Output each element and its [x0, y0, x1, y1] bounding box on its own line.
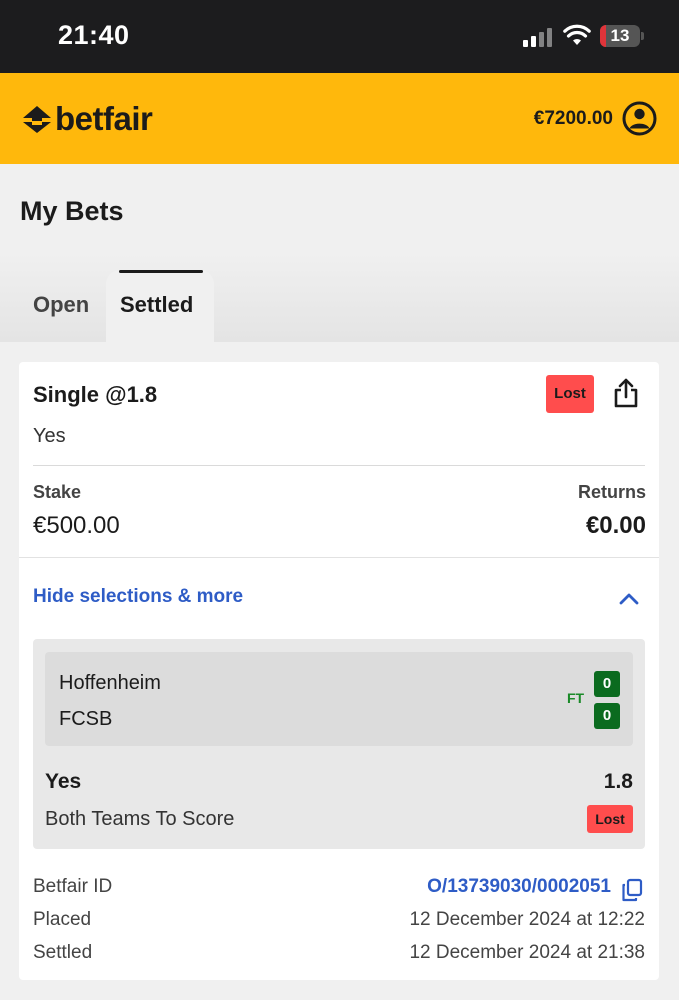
match-period: FT: [567, 690, 585, 706]
tab-settled-label: Settled: [120, 292, 194, 317]
selection-outcome: Yes: [45, 770, 82, 793]
status-time: 21:40: [58, 20, 130, 50]
wifi-icon: [563, 24, 591, 45]
hide-selections-label: Hide selections & more: [33, 586, 244, 607]
betfair-id-label: Betfair ID: [33, 876, 113, 897]
returns-value: €0.00: [585, 512, 646, 539]
settled-label: Settled: [33, 942, 93, 963]
page-title: My Bets: [20, 196, 124, 226]
settled-value: 12 December 2024 at 21:38: [409, 942, 645, 963]
signal-icon: [523, 27, 553, 47]
stake-value: €500.00: [33, 512, 120, 539]
status-bar: 21:40 13: [0, 0, 679, 73]
share-icon[interactable]: [612, 378, 640, 408]
bet-card: Single @1.8 Lost Yes Stake €500.00 Retur…: [19, 362, 659, 980]
tab-open-label: Open: [33, 292, 90, 317]
divider: [33, 465, 645, 466]
copy-icon[interactable]: [621, 878, 643, 902]
away-team: FCSB: [59, 708, 113, 730]
brand-name: betfair: [55, 100, 153, 137]
placed-value: 12 December 2024 at 12:22: [409, 909, 645, 930]
app-header: betfair €7200.00: [0, 73, 679, 164]
hide-selections-toggle[interactable]: Hide selections & more: [19, 558, 659, 636]
bet-selection: Yes: [33, 425, 66, 447]
leg-status-badge: Lost: [587, 805, 633, 833]
battery-level: 13: [610, 26, 630, 45]
account-balance[interactable]: €7200.00: [534, 108, 613, 130]
account-icon[interactable]: [622, 101, 657, 136]
bet-status-badge: Lost: [546, 375, 594, 413]
chevron-up-icon: [619, 593, 639, 605]
home-score: 0: [594, 671, 620, 697]
event-scoreboard[interactable]: Hoffenheim FCSB FT 0 0: [45, 652, 633, 746]
placed-row: Placed 12 December 2024 at 12:22: [33, 909, 645, 937]
tab-open[interactable]: Open: [0, 270, 105, 342]
tab-settled[interactable]: Settled: [106, 270, 214, 342]
tab-bar: Open Settled: [0, 252, 679, 342]
betfair-logo[interactable]: betfair: [20, 100, 153, 138]
placed-label: Placed: [33, 909, 92, 930]
betfair-logo-icon: [23, 106, 51, 133]
home-team: Hoffenheim: [59, 672, 161, 694]
bet-title: Single @1.8: [33, 382, 158, 407]
market-name: Both Teams To Score: [45, 808, 235, 830]
returns-label: Returns: [577, 482, 646, 502]
battery-icon: 13: [600, 25, 640, 47]
selection-odds: 1.8: [603, 770, 633, 793]
away-score: 0: [594, 703, 620, 729]
active-tab-indicator: [119, 270, 203, 273]
selection-details: Hoffenheim FCSB FT 0 0 Yes 1.8 Both Team…: [33, 639, 645, 849]
betfair-id-value[interactable]: O/13739030/0002051: [427, 876, 611, 898]
settled-row: Settled 12 December 2024 at 21:38: [33, 942, 645, 970]
stake-label: Stake: [33, 482, 82, 502]
betfair-id-row: Betfair ID O/13739030/0002051: [33, 876, 645, 904]
